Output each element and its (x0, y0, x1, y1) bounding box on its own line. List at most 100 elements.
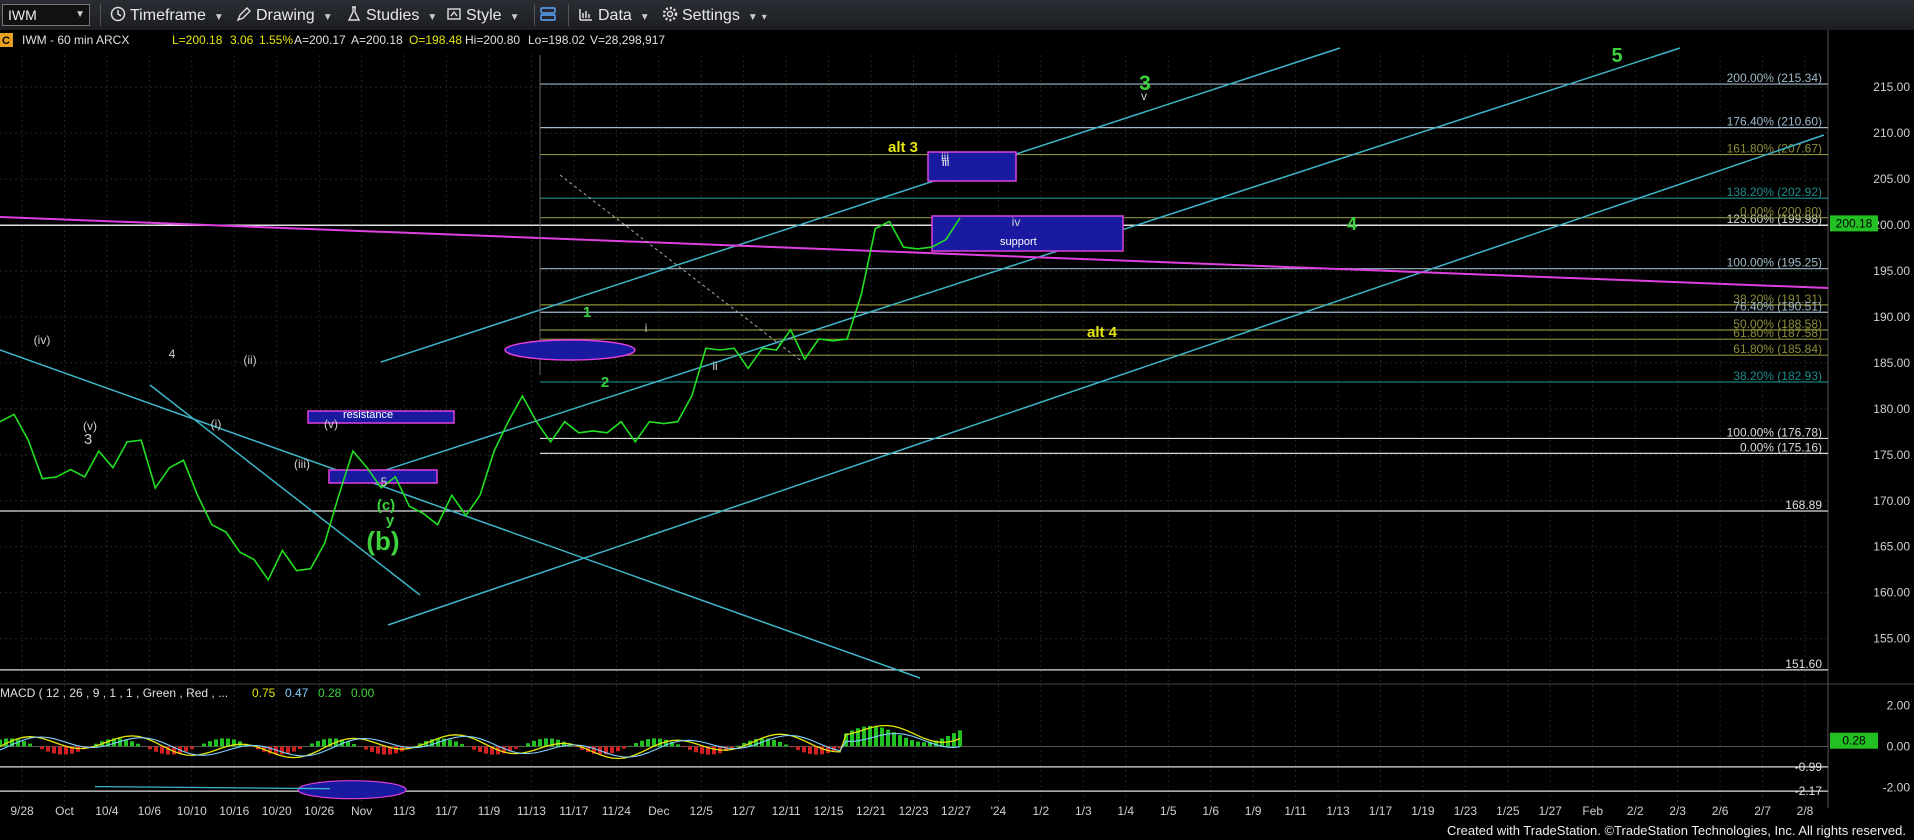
drawing-menu[interactable]: Drawing ▼ (236, 6, 333, 25)
time-tick-label: 10/4 (95, 804, 119, 818)
time-tick-label: 11/7 (435, 804, 458, 818)
data-menu[interactable]: Data ▼ (578, 6, 650, 25)
time-tick-label: 12/15 (814, 804, 844, 818)
fib-level-label: 38.20% (182.93) (1733, 369, 1822, 383)
layout-button[interactable] (540, 6, 560, 25)
timeframe-label: Timeframe (130, 7, 206, 24)
wave-label: 1 (583, 304, 591, 321)
time-tick-label: 1/4 (1117, 804, 1134, 818)
pencil-icon (236, 7, 251, 22)
wave-label: alt 4 (1087, 324, 1118, 341)
studies-label: Studies (366, 7, 420, 24)
chart-header: C IWM - 60 min ARCX L=200.18 3.06 1.55% … (0, 33, 665, 47)
time-tick-label: 10/16 (219, 804, 249, 818)
macd-ellipse (297, 780, 407, 800)
time-tick-label: 1/19 (1411, 804, 1435, 818)
time-tick-label: 10/20 (262, 804, 292, 818)
change-pct: 1.55% (259, 33, 293, 47)
bar-chart-icon (579, 9, 592, 21)
chart-area[interactable]: 200.00% (215.34)176.40% (210.60)161.80% … (0, 30, 1914, 840)
wave-label: ii (712, 359, 717, 373)
box-iii-label: iii (942, 157, 949, 169)
fib-level-label: 176.40% (210.60) (1727, 115, 1822, 129)
time-tick-label: Dec (648, 804, 669, 818)
fib-level-label: 76.40% (190.51) (1733, 299, 1822, 313)
time-tick-label: 12/27 (941, 804, 971, 818)
change: 3.06 (230, 33, 254, 47)
clock-icon (110, 6, 126, 22)
time-tick-label: 1/27 (1539, 804, 1563, 818)
data-label: Data (598, 7, 632, 24)
wave-label: 2 (601, 374, 609, 391)
price-tick-label: 205.00 (1873, 172, 1910, 186)
toolbar-divider (100, 4, 101, 26)
time-tick-label: 12/11 (772, 804, 801, 818)
wave-label: 5 (381, 475, 388, 489)
chevron-down-icon: ▾ (761, 12, 767, 23)
macd-value: 0.75 (252, 686, 276, 700)
toolbar-divider (534, 4, 535, 26)
fib-level-label: 100.00% (176.78) (1727, 425, 1822, 439)
chevron-down-icon: ▼ (509, 12, 520, 23)
time-tick-label: 1/17 (1369, 804, 1393, 818)
wave-label: 5 (1611, 45, 1622, 67)
time-tick-label: 10/26 (304, 804, 334, 818)
chevron-down-icon: ▼ (639, 12, 650, 23)
time-tick-label: 1/5 (1160, 804, 1177, 818)
timeframe-menu[interactable]: Timeframe ▼ (110, 6, 224, 25)
time-tick-label: 12/23 (898, 804, 928, 818)
time-tick-label: 1/9 (1245, 804, 1262, 818)
macd-value: 0.47 (285, 686, 309, 700)
chevron-down-icon: ▼ (213, 12, 224, 23)
price-tick-label: 210.00 (1873, 126, 1910, 140)
last-price: L=200.18 (172, 33, 223, 47)
style-label: Style (466, 7, 502, 24)
last-price-label: 200.18 (1836, 216, 1873, 230)
support-label: support (1000, 236, 1037, 248)
macd-current-label: 0.28 (1842, 734, 1866, 748)
style-menu[interactable]: Style ▼ (446, 6, 519, 25)
macd-value: 0.00 (351, 686, 375, 700)
time-tick-label: 1/25 (1496, 804, 1520, 818)
price-tick-label: 175.00 (1873, 448, 1910, 462)
drawing-label: Drawing (256, 7, 315, 24)
chevron-down-icon: ▼ (427, 12, 438, 23)
settings-menu[interactable]: Settings ▼ ▾ (662, 6, 767, 25)
level-label: 168.89 (1785, 498, 1822, 512)
symbol-input[interactable]: IWM ▼ (2, 4, 90, 26)
wave-label: (ii) (243, 353, 256, 367)
macd-level-label: -0.99 (1795, 760, 1823, 774)
chevron-down-icon[interactable]: ▼ (75, 9, 85, 20)
time-axis[interactable]: 9/28 Oct 10/4 10/6 10/10 10/16 10/20 10/26 Nov 11… (10, 804, 1813, 818)
toolbar: IWM ▼ Timeframe ▼ Drawing ▼ Studies ▼ Style… (0, 0, 1914, 31)
time-tick-label: 1/13 (1326, 804, 1350, 818)
style-icon (447, 8, 461, 20)
price-tick-label: 215.00 (1873, 80, 1910, 94)
wave-label: (b) (366, 526, 399, 556)
macd-level-label: -2.17 (1795, 784, 1823, 798)
high: Hi=200.80 (465, 33, 520, 47)
time-tick-label: 2/6 (1712, 804, 1729, 818)
resistance-label: resistance (343, 409, 393, 421)
time-tick-label: '24 (991, 804, 1007, 818)
chevron-down-icon: ▼ (322, 12, 333, 23)
time-tick-label: 12/21 (856, 804, 886, 818)
time-tick-label: 12/5 (690, 804, 714, 818)
macd-value: 0.28 (318, 686, 342, 700)
price-tick-label: 185.00 (1873, 356, 1910, 370)
wave-label: i (645, 321, 648, 335)
price-tick-label: 200.00 (1873, 218, 1910, 232)
time-tick-label: 1/23 (1454, 804, 1478, 818)
wave-label: 4 (1347, 214, 1357, 234)
settings-label: Settings (682, 7, 740, 24)
time-tick-label: 11/9 (478, 804, 501, 818)
wave-label: 3 (84, 431, 92, 448)
volume: V=28,298,917 (590, 33, 665, 47)
time-tick-label: 1/3 (1075, 804, 1092, 818)
studies-menu[interactable]: Studies ▼ (346, 6, 437, 25)
level-label: 151.60 (1785, 657, 1822, 671)
wave-label: iv (1012, 215, 1021, 229)
time-tick-label: 11/17 (559, 804, 588, 818)
time-tick-label: 1/6 (1202, 804, 1219, 818)
price-tick-label: 160.00 (1873, 586, 1910, 600)
